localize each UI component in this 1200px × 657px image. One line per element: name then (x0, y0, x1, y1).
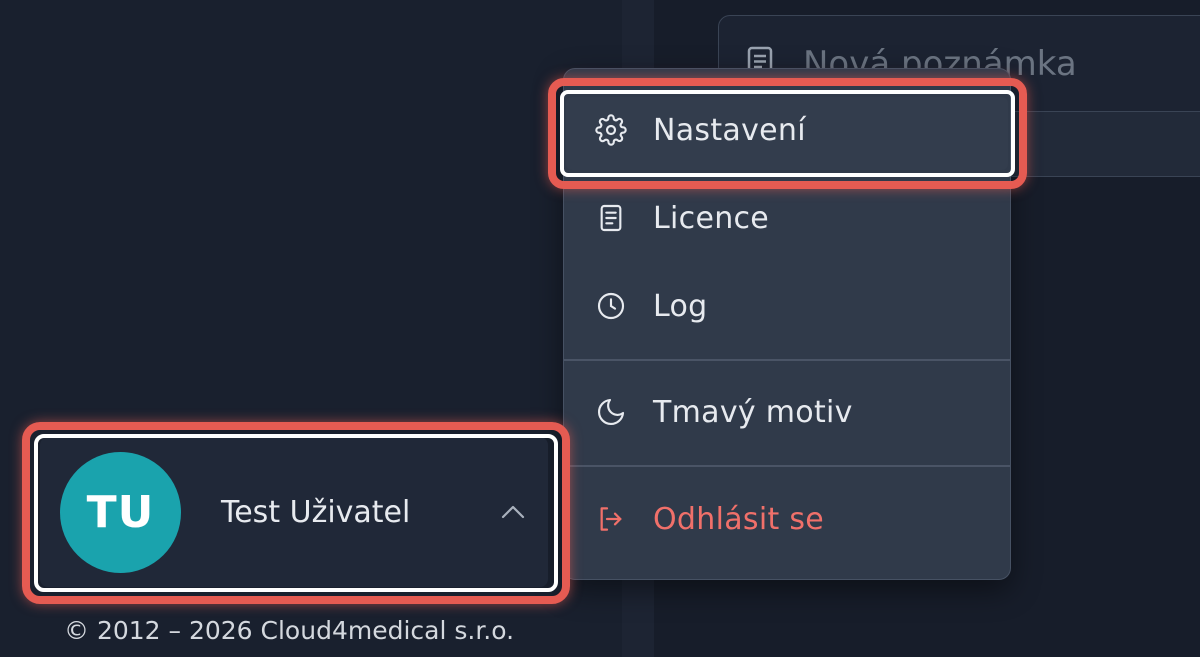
menu-item-logout[interactable]: Odhlásit se (563, 479, 1011, 559)
menu-item-dark-theme[interactable]: Tmavý motiv (563, 372, 1011, 452)
menu-item-label: Log (653, 288, 708, 324)
menu-divider (564, 359, 1010, 361)
chevron-up-icon (501, 505, 525, 519)
menu-item-license[interactable]: Licence (563, 178, 1011, 258)
moon-icon (598, 398, 625, 425)
menu-item-settings[interactable]: Nastavení (563, 90, 1011, 170)
clock-icon (597, 292, 625, 320)
menu-divider (564, 465, 1010, 467)
menu-item-label: Licence (653, 200, 770, 236)
gear-icon (595, 114, 627, 146)
menu-item-label: Tmavý motiv (653, 394, 853, 430)
menu-item-label: Nastavení (653, 112, 806, 148)
avatar: TU (60, 452, 181, 573)
avatar-initials: TU (86, 487, 155, 538)
user-name: Test Uživatel (221, 495, 411, 530)
copyright-text: © 2012 – 2026 Cloud4medical s.r.o. (64, 616, 515, 645)
menu-item-log[interactable]: Log (563, 266, 1011, 346)
document-icon (600, 204, 622, 232)
logout-icon (600, 507, 622, 531)
menu-item-label: Odhlásit se (653, 501, 825, 537)
